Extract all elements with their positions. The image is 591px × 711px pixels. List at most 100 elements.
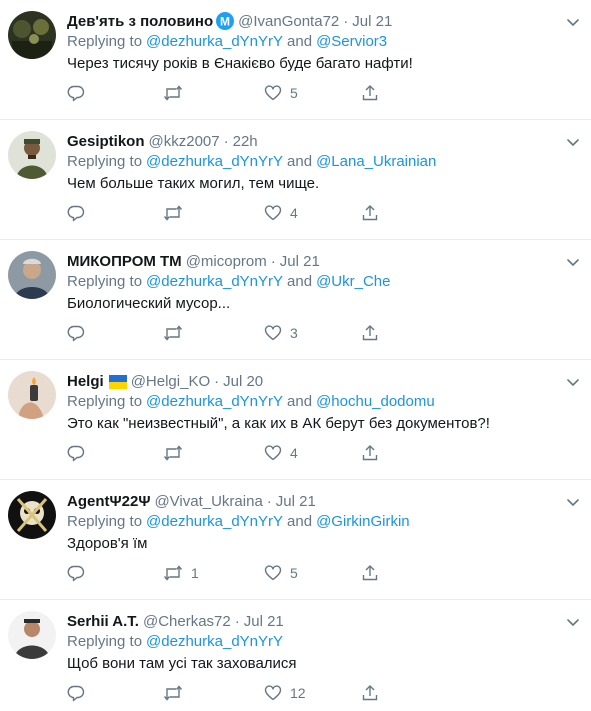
display-name[interactable]: AgentΨ22Ψ xyxy=(67,492,150,512)
tweet-date[interactable]: 22h xyxy=(233,132,258,152)
replying-to-label: Replying to xyxy=(67,33,143,50)
avatar-image xyxy=(8,251,56,299)
dot-separator: · xyxy=(234,613,240,630)
mention-link[interactable]: @hochu_dodomu xyxy=(316,392,435,412)
reply-button[interactable] xyxy=(67,680,85,706)
like-button[interactable]: 12 xyxy=(264,680,306,706)
user-handle[interactable]: @micoprom xyxy=(186,252,267,272)
display-name[interactable]: Gesiptikon xyxy=(67,132,145,152)
retweet-button[interactable] xyxy=(163,320,191,346)
reply-icon xyxy=(67,85,85,102)
tweet-header: Helgi @Helgi_KO · Jul 20 xyxy=(67,372,263,392)
reply-icon xyxy=(67,325,85,342)
mention-link[interactable]: @GirkinGirkin xyxy=(316,512,410,532)
user-handle[interactable]: @kkz2007 xyxy=(149,132,220,152)
avatar[interactable] xyxy=(8,131,56,179)
display-name[interactable]: МИКОПРОМ ТМ xyxy=(67,252,182,272)
tweet-text: Здоров'я їм xyxy=(67,535,148,552)
chevron-down-icon[interactable] xyxy=(565,614,581,630)
share-button[interactable] xyxy=(361,440,379,466)
tweet-date[interactable]: Jul 21 xyxy=(244,612,284,632)
user-handle[interactable]: @Helgi_KO xyxy=(131,372,210,392)
tweet[interactable]: Serhii A.T. @Cherkas72 · Jul 21 Replying to… xyxy=(0,600,591,711)
replying-to: Replying to @dezhurka_dYnYrY and @GirkinGir… xyxy=(67,512,410,532)
share-button[interactable] xyxy=(361,200,379,226)
reply-button[interactable] xyxy=(67,320,85,346)
tweet-text: Чем больше таких могил, тем чище. xyxy=(67,175,320,192)
chevron-down-icon[interactable] xyxy=(565,374,581,390)
dot-separator: · xyxy=(214,373,220,390)
share-icon xyxy=(362,205,378,221)
tweet[interactable]: Дев'ять з половино M @IvanGonta72 · Jul 21… xyxy=(0,0,591,120)
mention-link[interactable]: @dezhurka_dYnYrY xyxy=(146,152,283,172)
heart-icon xyxy=(264,565,282,581)
mention-link[interactable]: @dezhurka_dYnYrY xyxy=(146,32,283,52)
retweet-button[interactable] xyxy=(163,80,191,106)
tweet-header: Дев'ять з половино M @IvanGonta72 · Jul 21 xyxy=(67,12,392,32)
tweet-actions: 3 xyxy=(67,320,397,346)
tweet[interactable]: Helgi @Helgi_KO · Jul 20 Replying to @dezhu… xyxy=(0,360,591,480)
mention-connector: and xyxy=(287,513,313,530)
like-button[interactable]: 3 xyxy=(264,320,298,346)
m-badge-icon: M xyxy=(216,12,235,30)
replying-to: Replying to @dezhurka_dYnYrY and @Ukr_Che xyxy=(67,272,390,292)
chevron-down-icon[interactable] xyxy=(565,134,581,150)
avatar[interactable] xyxy=(8,251,56,299)
heart-icon xyxy=(264,685,282,701)
user-handle[interactable]: @IvanGonta72 xyxy=(238,12,339,32)
tweet-date[interactable]: Jul 21 xyxy=(280,252,320,272)
replying-to: Replying to @dezhurka_dYnYrY and @hochu_dod… xyxy=(67,392,435,412)
mention-connector: and xyxy=(287,273,313,290)
avatar-image xyxy=(8,371,56,419)
retweet-button[interactable] xyxy=(163,200,191,226)
avatar[interactable] xyxy=(8,11,56,59)
mention-link[interactable]: @Ukr_Che xyxy=(316,272,390,292)
display-name[interactable]: Serhii A.T. xyxy=(67,612,139,632)
mention-link[interactable]: @dezhurka_dYnYrY xyxy=(146,512,283,532)
display-name[interactable]: Helgi xyxy=(67,372,104,392)
mention-link[interactable]: @Servior3 xyxy=(316,32,387,52)
like-button[interactable]: 4 xyxy=(264,200,298,226)
tweet-date[interactable]: Jul 21 xyxy=(352,12,392,32)
heart-icon xyxy=(264,85,282,101)
user-handle[interactable]: @Cherkas72 xyxy=(143,612,231,632)
avatar[interactable] xyxy=(8,611,56,659)
mention-link[interactable]: @dezhurka_dYnYrY xyxy=(146,632,283,652)
reply-button[interactable] xyxy=(67,80,85,106)
share-button[interactable] xyxy=(361,320,379,346)
like-button[interactable]: 5 xyxy=(264,80,298,106)
user-handle[interactable]: @Vivat_Ukraina xyxy=(154,492,262,512)
tweet-date[interactable]: Jul 20 xyxy=(223,372,263,392)
tweet[interactable]: AgentΨ22Ψ @Vivat_Ukraina · Jul 21 Replying … xyxy=(0,480,591,600)
avatar[interactable] xyxy=(8,371,56,419)
reply-button[interactable] xyxy=(67,560,85,586)
tweet-actions: 5 xyxy=(67,80,397,106)
share-icon xyxy=(362,325,378,341)
ukraine-flag-icon xyxy=(108,372,127,389)
tweet-date[interactable]: Jul 21 xyxy=(276,492,316,512)
chevron-down-icon[interactable] xyxy=(565,254,581,270)
share-button[interactable] xyxy=(361,80,379,106)
reply-button[interactable] xyxy=(67,200,85,226)
mention-link[interactable]: @Lana_Ukrainian xyxy=(316,152,436,172)
like-button[interactable]: 5 xyxy=(264,560,298,586)
tweet[interactable]: Gesiptikon @kkz2007 · 22h Replying to @dezhu… xyxy=(0,120,591,240)
reply-icon xyxy=(67,205,85,222)
display-name[interactable]: Дев'ять з половино xyxy=(67,12,213,32)
chevron-down-icon[interactable] xyxy=(565,14,581,30)
share-button[interactable] xyxy=(361,560,379,586)
reply-button[interactable] xyxy=(67,440,85,466)
like-button[interactable]: 4 xyxy=(264,440,298,466)
avatar-image xyxy=(8,491,56,539)
mention-link[interactable]: @dezhurka_dYnYrY xyxy=(146,272,283,292)
chevron-down-icon[interactable] xyxy=(565,494,581,510)
share-button[interactable] xyxy=(361,680,379,706)
tweet-list: Дев'ять з половино M @IvanGonta72 · Jul 21… xyxy=(0,0,591,711)
retweet-button[interactable] xyxy=(163,680,191,706)
retweet-button[interactable]: 1 xyxy=(163,560,199,586)
tweet[interactable]: МИКОПРОМ ТМ @micoprom · Jul 21 Replying to @… xyxy=(0,240,591,360)
replying-to-label: Replying to xyxy=(67,513,143,530)
avatar[interactable] xyxy=(8,491,56,539)
retweet-button[interactable] xyxy=(163,440,191,466)
mention-link[interactable]: @dezhurka_dYnYrY xyxy=(146,392,283,412)
